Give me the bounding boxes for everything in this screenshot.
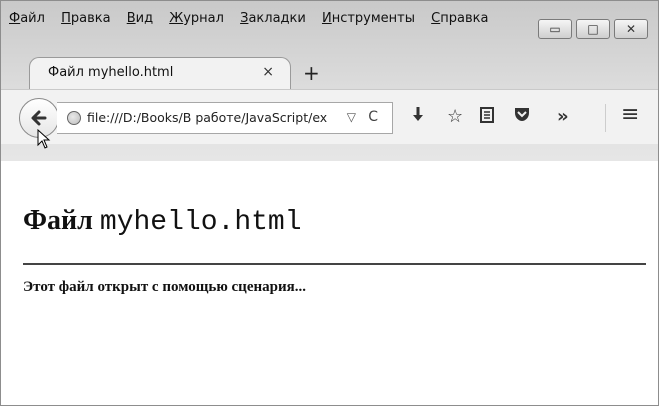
- tab-close-icon[interactable]: ×: [262, 64, 274, 80]
- menu-view[interactable]: Вид: [127, 11, 153, 26]
- maximize-icon: □: [587, 22, 599, 36]
- minimize-icon: ▭: [549, 22, 561, 36]
- page-heading: Файл myhello.html: [23, 205, 302, 238]
- bookmark-star-icon[interactable]: ☆: [447, 106, 463, 127]
- navigation-toolbar: file:///D:/Books/В работе/JavaScript/ex …: [1, 89, 658, 144]
- reading-list-icon[interactable]: [479, 106, 495, 129]
- mouse-cursor-icon: [37, 129, 51, 149]
- close-window-button[interactable]: ✕: [614, 19, 648, 39]
- new-tab-icon[interactable]: +: [303, 61, 320, 85]
- toolbar-separator: [605, 104, 606, 132]
- url-bar[interactable]: file:///D:/Books/В работе/JavaScript/ex …: [57, 102, 393, 134]
- browser-chrome: Файл Правка Вид Журнал Закладки Инструме…: [1, 1, 658, 161]
- horizontal-rule: [23, 263, 646, 265]
- url-text[interactable]: file:///D:/Books/В работе/JavaScript/ex: [87, 110, 345, 125]
- menu-edit[interactable]: Правка: [61, 11, 110, 26]
- tab-title: Файл myhello.html: [48, 65, 174, 80]
- tab-active[interactable]: Файл myhello.html ×: [29, 57, 291, 89]
- window-controls: ▭ □ ✕: [538, 19, 648, 39]
- close-icon: ✕: [625, 22, 637, 36]
- heading-prefix: Файл: [23, 205, 93, 236]
- menu-history[interactable]: Журнал: [169, 11, 224, 26]
- page-content: Файл myhello.html Этот файл открыт с пом…: [1, 161, 658, 405]
- site-identity-icon[interactable]: [67, 111, 81, 125]
- maximize-button[interactable]: □: [576, 19, 610, 39]
- menu-file[interactable]: Файл: [9, 11, 45, 26]
- minimize-button[interactable]: ▭: [538, 19, 572, 39]
- overflow-chevron-icon[interactable]: »: [557, 106, 569, 127]
- browser-window: Файл Правка Вид Журнал Закладки Инструме…: [0, 0, 659, 406]
- menu-bookmarks[interactable]: Закладки: [240, 11, 306, 26]
- reload-icon[interactable]: C: [368, 109, 378, 125]
- menu-bar: Файл Правка Вид Журнал Закладки Инструме…: [9, 11, 500, 31]
- heading-filename: myhello.html: [99, 207, 302, 238]
- page-paragraph: Этот файл открыт с помощью сценария...: [23, 279, 306, 295]
- back-arrow-icon: [31, 110, 47, 126]
- menu-help[interactable]: Справка: [431, 11, 488, 26]
- url-dropdown-icon[interactable]: ▽: [347, 110, 356, 124]
- download-icon[interactable]: [411, 106, 425, 129]
- pocket-icon[interactable]: [513, 106, 531, 127]
- hamburger-menu-icon[interactable]: ≡: [621, 102, 639, 127]
- menu-tools[interactable]: Инструменты: [322, 11, 415, 26]
- tab-strip: Файл myhello.html × +: [1, 51, 658, 89]
